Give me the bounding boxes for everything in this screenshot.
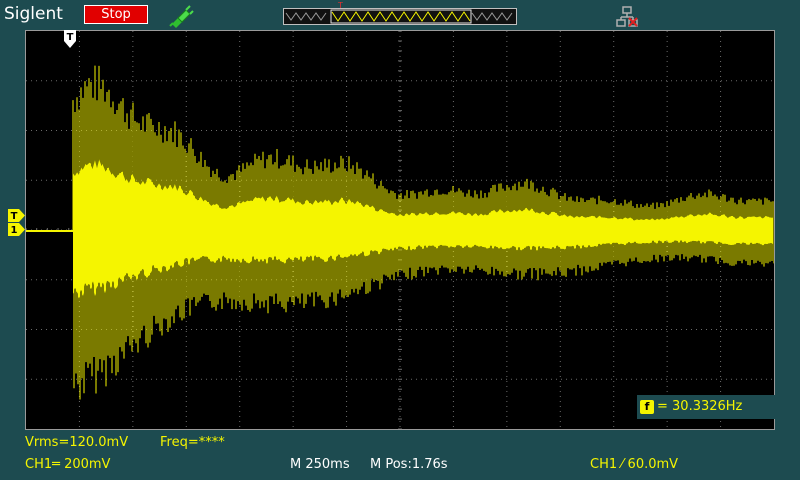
top-bar: Siglent Stop T <box>0 0 800 30</box>
overview-trigger-marker: T <box>337 1 343 9</box>
freq-measurement: Freq=**** <box>160 435 225 450</box>
frequency-value: = 30.3326Hz <box>657 399 743 414</box>
trigger-position-marker[interactable]: T <box>64 30 76 50</box>
svg-text:1: 1 <box>11 225 18 236</box>
brand-logo: Siglent <box>4 4 63 24</box>
trigger-setting: CH1 ⁄ 60.0mV <box>590 457 679 472</box>
run-stop-button[interactable]: Stop <box>84 5 148 24</box>
svg-text:T: T <box>11 211 18 222</box>
trigger-level-marker[interactable]: T <box>8 209 25 222</box>
time-overview-bar <box>283 8 517 25</box>
frequency-badge: f <box>640 399 654 414</box>
probe-icon[interactable] <box>168 4 194 28</box>
waveform-display[interactable] <box>25 30 775 430</box>
vrms-measurement: Vrms=120.0mV <box>25 435 129 450</box>
timebase: M 250ms <box>290 457 350 472</box>
memory-position: M Pos:1.76s <box>370 457 448 472</box>
ch1-scale: CH1═ 200mV <box>25 457 111 472</box>
waveform-grid <box>26 31 774 429</box>
network-icon <box>616 6 638 28</box>
frequency-readout: f = 30.3326Hz <box>637 395 775 419</box>
channel-1-marker[interactable]: 1 <box>8 223 25 236</box>
svg-text:T: T <box>67 32 74 43</box>
svg-text:T: T <box>337 1 343 9</box>
